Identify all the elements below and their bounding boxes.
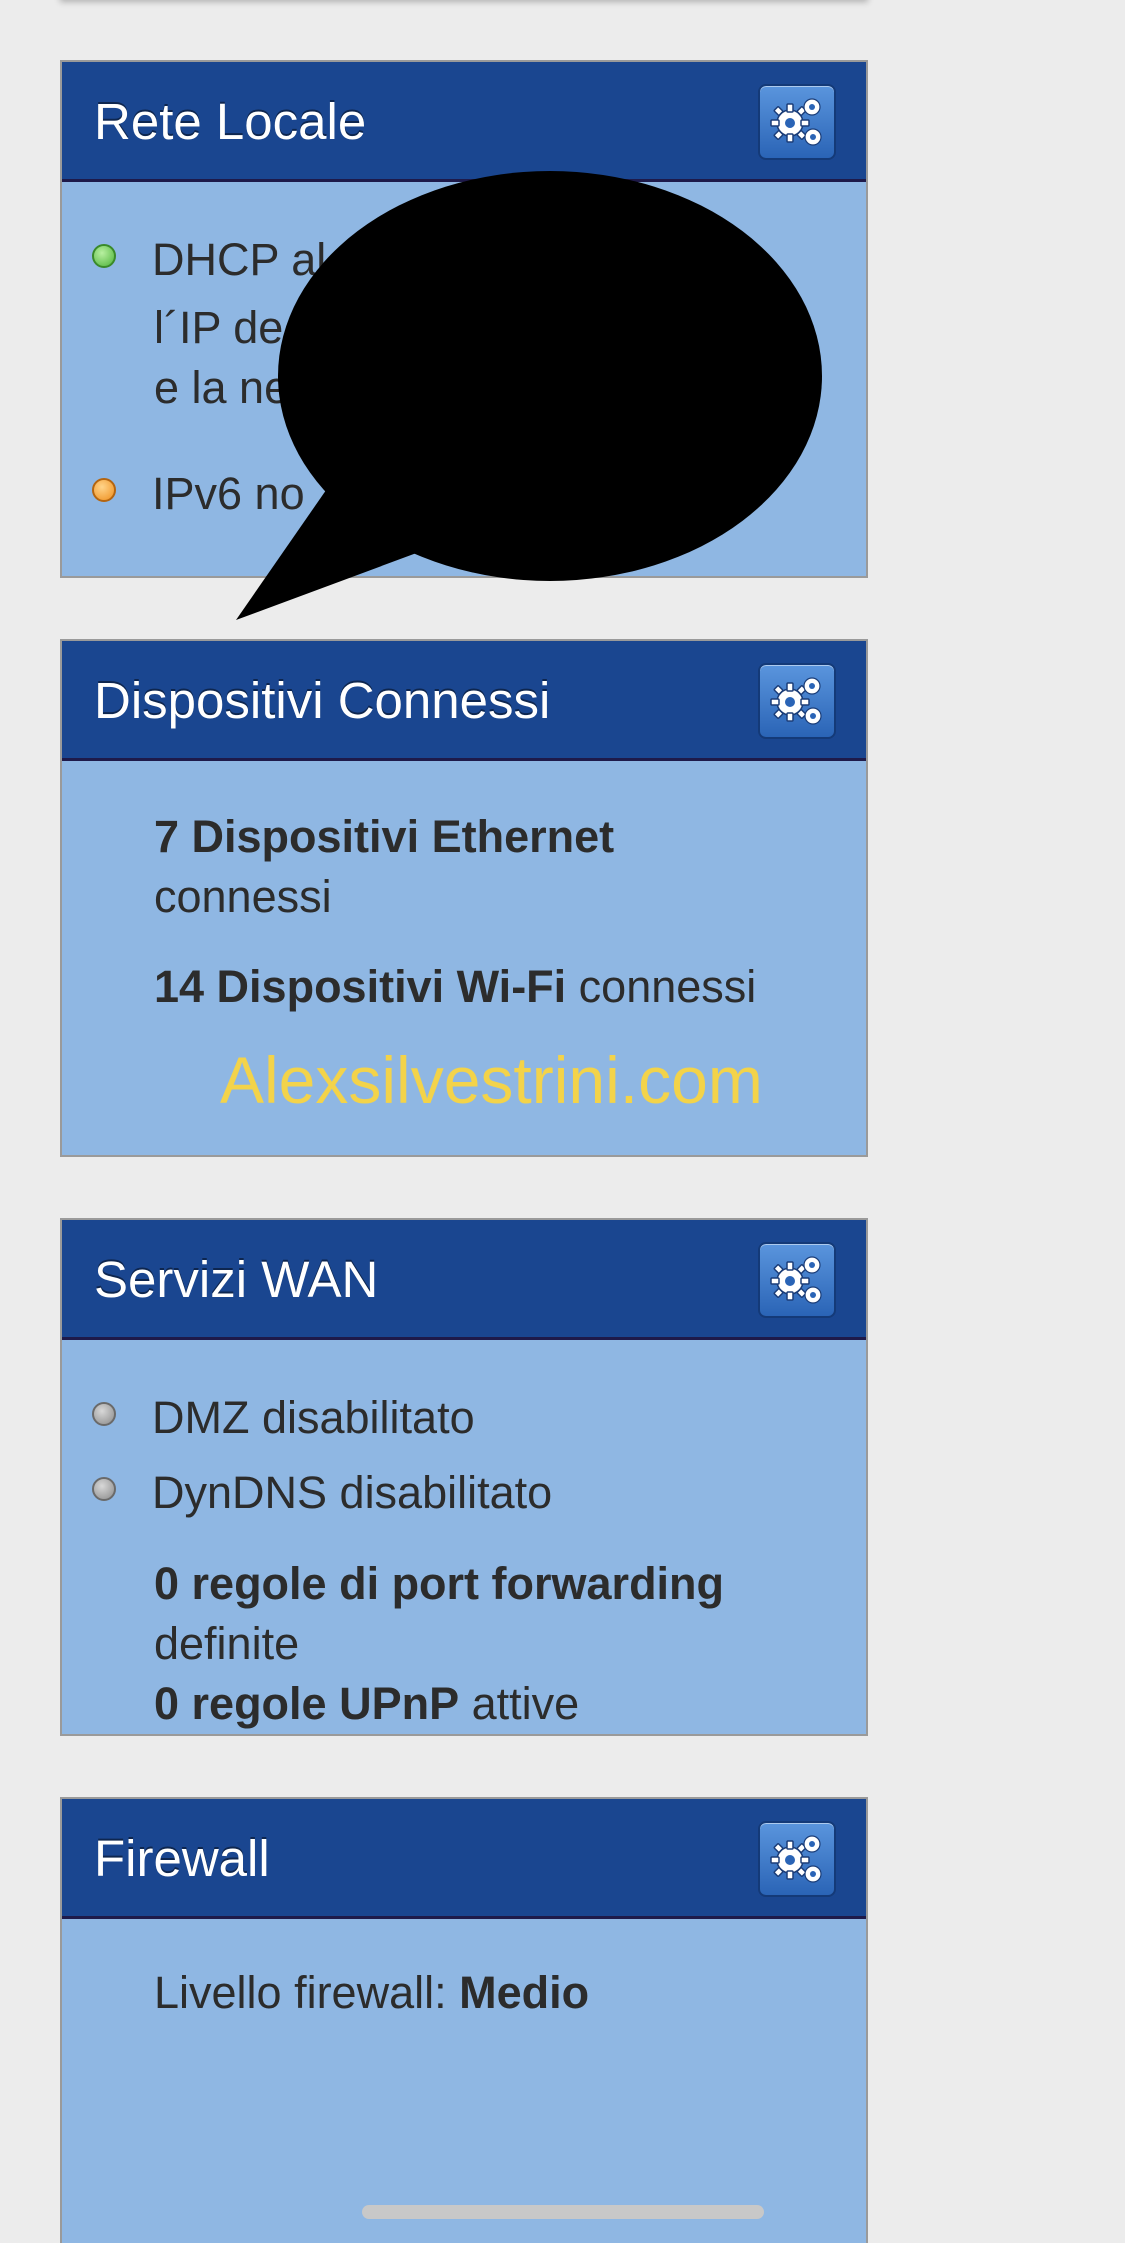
firewall-level-label: Livello firewall: [154,1967,460,2018]
dmz-status-text: DMZ disabilitato [152,1392,475,1443]
devices-card: Dispositivi Connessi 7 Dispositivi Ether… [60,639,868,1157]
lan-network-line: e la ne [154,362,290,413]
firewall-card-title: Firewall [94,1830,270,1887]
wan-card-header: Servizi WAN [62,1220,866,1340]
watermark-text: Alexsilvestrini.com [220,1043,763,1117]
lan-ip-line: l´IP de [154,302,284,353]
dmz-status-led-icon [92,1402,116,1426]
ethernet-devices-count: 7 Dispositivi Ethernet [154,811,615,862]
ipv6-status-text: IPv6 no [152,468,305,519]
wan-card-title: Servizi WAN [94,1251,379,1308]
dyndns-status-led-icon [92,1477,116,1501]
wan-card: Servizi WAN DMZ disabilitato DynDNS disa… [60,1218,868,1736]
wan-settings-button[interactable] [758,1242,836,1318]
gears-icon [770,1835,822,1883]
devices-settings-button[interactable] [758,663,836,739]
dhcp-status-text: DHCP al [152,234,327,285]
devices-card-title: Dispositivi Connessi [94,672,551,729]
gears-icon [770,1256,822,1304]
devices-card-header: Dispositivi Connessi [62,641,866,761]
firewall-level-line: Livello firewall: Medio [154,1967,589,2019]
upnp-count: 0 regole UPnP [154,1678,460,1729]
wifi-devices-line: 14 Dispositivi Wi-Fi connessi [154,961,756,1013]
ethernet-devices-suffix: connessi [154,871,332,922]
ipv6-status-led-icon [92,478,116,502]
firewall-card-header: Firewall [62,1799,866,1919]
firewall-level-value: Medio [459,1967,590,2018]
port-forwarding-count: 0 regole di port forwarding [154,1558,725,1609]
dhcp-status-led-icon [92,244,116,268]
gears-icon [770,677,822,725]
wifi-devices-suffix: connessi [566,961,757,1012]
lan-card-title: Rete Locale [94,93,367,150]
router-status-page: Rete Locale DHCP al l´IP de e la ne IPv6… [0,0,1125,2243]
gears-icon [770,98,822,146]
firewall-settings-button[interactable] [758,1821,836,1897]
lan-settings-button[interactable] [758,84,836,160]
firewall-card: Firewall Livello firewall: Medio [60,1797,868,2243]
home-indicator-bar[interactable] [362,2205,764,2219]
dyndns-status-text: DynDNS disabilitato [152,1467,553,1518]
port-forwarding-suffix: definite [154,1618,300,1669]
upnp-line: 0 regole UPnP attive [154,1678,579,1730]
lan-card: Rete Locale DHCP al l´IP de e la ne IPv6… [60,60,868,578]
lan-card-header: Rete Locale [62,62,866,182]
upnp-suffix: attive [459,1678,580,1729]
wifi-devices-count: 14 Dispositivi Wi-Fi [154,961,567,1012]
